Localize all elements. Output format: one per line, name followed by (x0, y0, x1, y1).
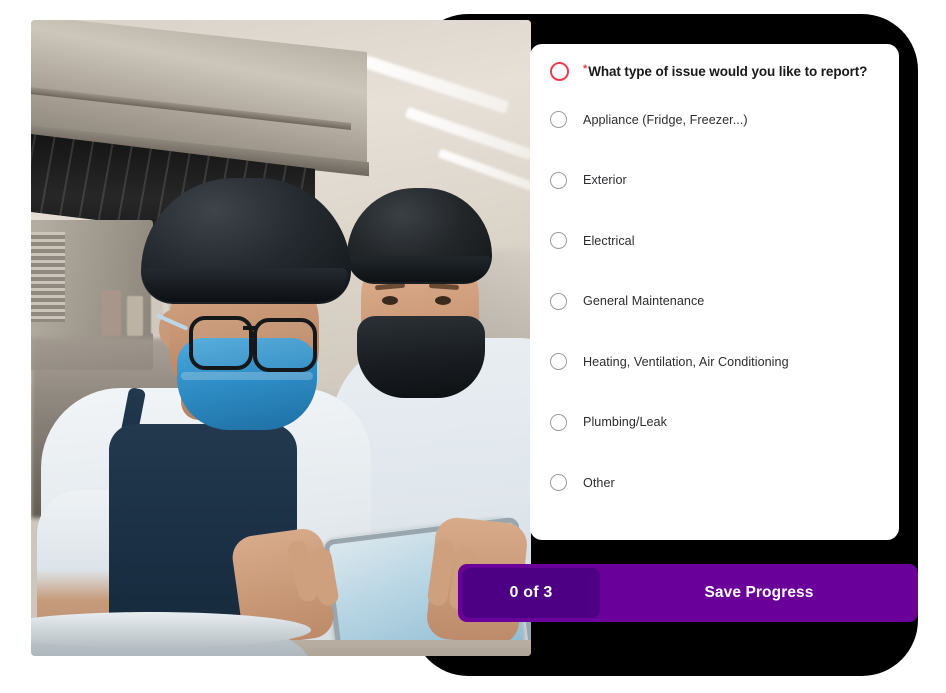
option-label: General Maintenance (583, 294, 705, 308)
required-asterisk: * (583, 63, 588, 75)
photo-glasses-bridge (243, 326, 257, 330)
option-exterior[interactable]: Exterior (550, 164, 877, 197)
option-label: Electrical (583, 233, 635, 248)
photo-mask-fold (181, 372, 313, 380)
photo-worker-back-eye (382, 296, 398, 305)
radio-icon[interactable] (550, 111, 567, 128)
radio-icon[interactable] (550, 413, 567, 431)
radio-icon[interactable] (550, 232, 567, 249)
photo-shelf-item (127, 296, 143, 336)
option-label: Other (583, 475, 615, 490)
radio-icon[interactable] (550, 171, 567, 189)
question-title-text: What type of issue would you like to rep… (588, 64, 868, 79)
photo-content (31, 20, 531, 656)
question-header: *What type of issue would you like to re… (530, 44, 899, 81)
option-hvac[interactable]: Heating, Ventilation, Air Conditioning (550, 345, 877, 378)
photo-worker-back-eye (435, 296, 451, 305)
option-label: Plumbing/Leak (583, 415, 667, 429)
question-card: *What type of issue would you like to re… (530, 44, 899, 540)
photo-cabinet-vents (31, 232, 65, 322)
photo-worker-back-cap-brim (349, 256, 491, 282)
radio-icon[interactable] (550, 474, 567, 491)
options-list: Appliance (Fridge, Freezer...) Exterior … (530, 103, 899, 499)
photo-glasses-lens (189, 316, 253, 370)
option-other[interactable]: Other (550, 466, 877, 499)
action-bar: 0 of 3 Save Progress (458, 564, 918, 622)
option-plumbing-leak[interactable]: Plumbing/Leak (550, 406, 877, 439)
option-label: Exterior (583, 173, 627, 187)
photo-worker-back-mask (357, 316, 485, 398)
photo-shelf-item (101, 290, 121, 336)
required-radio-icon (550, 62, 569, 81)
option-label: Appliance (Fridge, Freezer...) (583, 112, 748, 127)
option-general-maintenance[interactable]: General Maintenance (550, 285, 877, 318)
kitchen-photo (31, 20, 531, 656)
question-title: *What type of issue would you like to re… (583, 63, 868, 80)
progress-indicator: 0 of 3 (462, 568, 600, 618)
photo-glasses-lens (253, 318, 317, 372)
save-progress-button[interactable]: Save Progress (600, 564, 918, 622)
option-label: Heating, Ventilation, Air Conditioning (583, 354, 789, 369)
photo-worker-front-cap-brim (143, 268, 347, 302)
radio-icon[interactable] (550, 292, 567, 310)
option-appliance[interactable]: Appliance (Fridge, Freezer...) (550, 103, 877, 136)
radio-icon[interactable] (550, 353, 567, 370)
option-electrical[interactable]: Electrical (550, 224, 877, 257)
